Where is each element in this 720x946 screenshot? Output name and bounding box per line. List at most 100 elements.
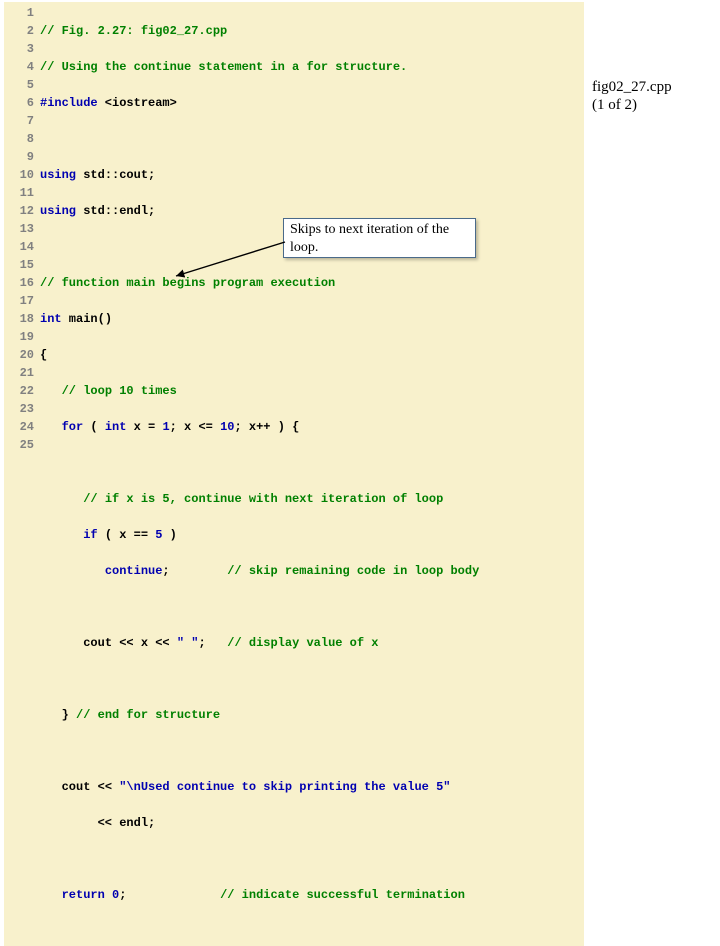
code-text: ; x <= — [170, 420, 220, 434]
code-text: ( — [83, 420, 105, 434]
number: 10 — [220, 420, 234, 434]
line-number: 16 — [4, 274, 34, 292]
indent — [40, 384, 62, 398]
indent — [40, 636, 83, 650]
code-text: x = — [126, 420, 162, 434]
callout-text: Skips to next iteration of the loop. — [290, 222, 449, 255]
keyword: int — [105, 420, 127, 434]
code-line: // function main begins program executio… — [40, 274, 584, 292]
caption-page: (1 of 2) — [592, 96, 672, 114]
code-line — [40, 742, 584, 760]
indent — [40, 816, 98, 830]
line-number: 3 — [4, 40, 34, 58]
code-line: // if x is 5, continue with next iterati… — [40, 490, 584, 508]
code-text: cout << — [62, 780, 120, 794]
code-block: 1 2 3 4 5 6 7 8 9 10 11 12 13 14 15 16 1… — [4, 2, 584, 946]
comment: // end for structure — [76, 708, 220, 722]
code-line: // Fig. 2.27: fig02_27.cpp — [40, 22, 584, 40]
indent — [40, 492, 83, 506]
line-number: 23 — [4, 400, 34, 418]
code-line: int main() — [40, 310, 584, 328]
line-number: 2 — [4, 22, 34, 40]
callout-box: Skips to next iteration of the loop. — [283, 218, 476, 258]
line-number: 25 — [4, 436, 34, 454]
comment: // indicate successful termination — [220, 888, 465, 902]
line-number: 21 — [4, 364, 34, 382]
code-text: cout << x << — [83, 636, 177, 650]
code-line — [40, 598, 584, 616]
code-text: <iostream> — [98, 96, 177, 110]
code-line: continue; // skip remaining code in loop… — [40, 562, 584, 580]
code-line: if ( x == 5 ) — [40, 526, 584, 544]
code-line — [40, 454, 584, 472]
indent — [40, 420, 62, 434]
line-number: 15 — [4, 256, 34, 274]
code-line — [40, 670, 584, 688]
code-line: // loop 10 times — [40, 382, 584, 400]
line-number: 9 — [4, 148, 34, 166]
comment: // Fig. 2.27: fig02_27.cpp — [40, 24, 227, 38]
code-line: #include <iostream> — [40, 94, 584, 112]
code-line: << endl; — [40, 814, 584, 832]
comment: // if x is 5, continue with next iterati… — [83, 492, 443, 506]
keyword: using — [40, 204, 76, 218]
comment: // skip remaining code in loop body — [227, 564, 479, 578]
line-number: 10 — [4, 166, 34, 184]
caption-filename: fig02_27.cpp — [592, 78, 672, 96]
code-text: std::endl; — [76, 204, 155, 218]
keyword: continue — [105, 564, 163, 578]
line-number: 24 — [4, 418, 34, 436]
code-text: ; — [162, 564, 227, 578]
line-number: 19 — [4, 328, 34, 346]
number: 0 — [112, 888, 119, 902]
keyword: int — [40, 312, 62, 326]
comment: // loop 10 times — [62, 384, 177, 398]
line-number: 1 — [4, 4, 34, 22]
code-line: cout << "\nUsed continue to skip printin… — [40, 778, 584, 796]
line-number: 6 — [4, 94, 34, 112]
indent — [40, 564, 105, 578]
keyword: return — [62, 888, 105, 902]
source-code: // Fig. 2.27: fig02_27.cpp // Using the … — [40, 4, 584, 940]
line-number: 22 — [4, 382, 34, 400]
indent — [40, 888, 62, 902]
comment: // Using the continue statement in a for… — [40, 60, 407, 74]
code-text: ; — [119, 888, 220, 902]
line-number: 18 — [4, 310, 34, 328]
figure-caption: fig02_27.cpp (1 of 2) — [592, 78, 672, 114]
code-text: << endl; — [98, 816, 156, 830]
code-text: { — [40, 348, 47, 362]
string-literal: " " — [177, 636, 199, 650]
code-line: using std::cout; — [40, 166, 584, 184]
line-number: 12 — [4, 202, 34, 220]
indent — [40, 708, 62, 722]
line-number: 8 — [4, 130, 34, 148]
code-text: ; x++ ) { — [234, 420, 299, 434]
comment: // display value of x — [227, 636, 378, 650]
line-number: 4 — [4, 58, 34, 76]
line-number: 13 — [4, 220, 34, 238]
code-text: ; — [198, 636, 227, 650]
code-line: for ( int x = 1; x <= 10; x++ ) { — [40, 418, 584, 436]
code-line — [40, 130, 584, 148]
line-number: 20 — [4, 346, 34, 364]
number: 1 — [162, 420, 169, 434]
code-line: } // end for structure — [40, 706, 584, 724]
code-line — [40, 850, 584, 868]
indent — [40, 780, 62, 794]
line-number-gutter: 1 2 3 4 5 6 7 8 9 10 11 12 13 14 15 16 1… — [4, 4, 40, 940]
code-text: main() — [62, 312, 112, 326]
code-text: std::cout; — [76, 168, 155, 182]
keyword: for — [62, 420, 84, 434]
comment: // function main begins program executio… — [40, 276, 335, 290]
keyword: using — [40, 168, 76, 182]
code-line: cout << x << " "; // display value of x — [40, 634, 584, 652]
line-number: 17 — [4, 292, 34, 310]
string-literal: "\nUsed continue to skip printing the va… — [119, 780, 450, 794]
code-line: return 0; // indicate successful termina… — [40, 886, 584, 904]
line-number: 5 — [4, 76, 34, 94]
line-number: 14 — [4, 238, 34, 256]
code-text: } — [62, 708, 76, 722]
line-number: 7 — [4, 112, 34, 130]
preprocessor: #include — [40, 96, 98, 110]
